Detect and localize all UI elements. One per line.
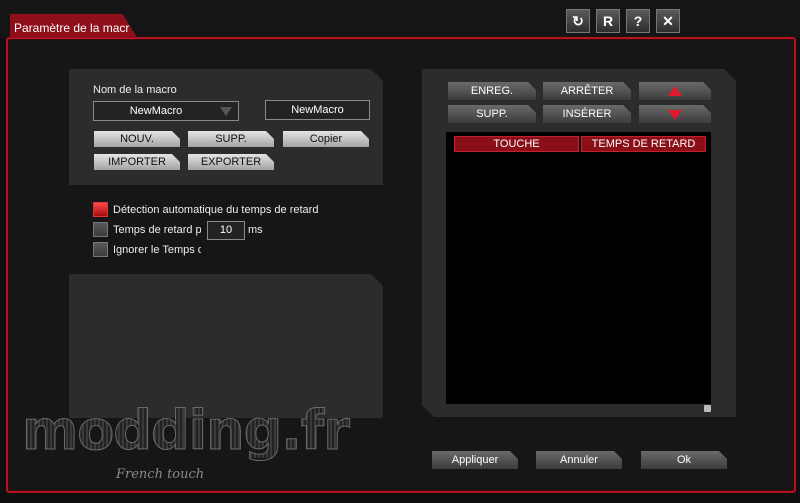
auto-delay-checkbox[interactable]: [93, 202, 108, 217]
watermark-tagline: French touch: [116, 467, 205, 482]
macro-name-field[interactable]: NewMacro: [265, 100, 370, 120]
delete-entry-button[interactable]: SUPP.: [448, 105, 536, 123]
delay-unit-label: ms: [248, 224, 263, 236]
fixed-delay-label: Temps de retard pa: [113, 224, 201, 236]
ignore-delay-label: Ignorer le Temps d: [113, 244, 201, 256]
macro-info-panel: [69, 274, 383, 418]
reset-icon[interactable]: R: [596, 9, 620, 33]
lock-icon: [704, 405, 711, 412]
cancel-button[interactable]: Annuler: [536, 451, 622, 469]
macro-select-dropdown[interactable]: NewMacro: [93, 101, 239, 121]
macro-select-value: NewMacro: [129, 105, 183, 117]
copy-macro-button[interactable]: Copier: [283, 131, 369, 147]
import-button[interactable]: IMPORTER: [94, 154, 180, 170]
column-header-delay[interactable]: TEMPS DE RETARD: [581, 136, 706, 152]
ok-button[interactable]: Ok: [641, 451, 727, 469]
export-button[interactable]: EXPORTER: [188, 154, 274, 170]
column-header-key[interactable]: TOUCHE: [454, 136, 579, 152]
close-icon[interactable]: ✕: [656, 9, 680, 33]
fixed-delay-checkbox[interactable]: [93, 222, 108, 237]
insert-button[interactable]: INSÉRER: [543, 105, 631, 123]
refresh-icon[interactable]: ↻: [566, 9, 590, 33]
apply-button[interactable]: Appliquer: [432, 451, 518, 469]
watermark-logo: modding.fr: [22, 399, 351, 462]
ignore-delay-checkbox[interactable]: [93, 242, 108, 257]
window-title: Paramètre de la macr: [14, 21, 130, 35]
macro-name-label: Nom de la macro: [93, 84, 177, 96]
help-icon[interactable]: ?: [626, 9, 650, 33]
delete-macro-button[interactable]: SUPP.: [188, 131, 274, 147]
delay-value-input[interactable]: 10: [207, 221, 245, 240]
chevron-down-icon: [220, 107, 232, 116]
arrow-up-icon: [668, 86, 682, 96]
auto-delay-label: Détection automatique du temps de retard: [113, 204, 319, 216]
new-macro-button[interactable]: NOUV.: [94, 131, 180, 147]
stop-button[interactable]: ARRÊTER: [543, 82, 631, 100]
record-button[interactable]: ENREG.: [448, 82, 536, 100]
arrow-down-icon: [668, 110, 682, 120]
macro-event-list[interactable]: TOUCHE TEMPS DE RETARD: [446, 132, 711, 404]
